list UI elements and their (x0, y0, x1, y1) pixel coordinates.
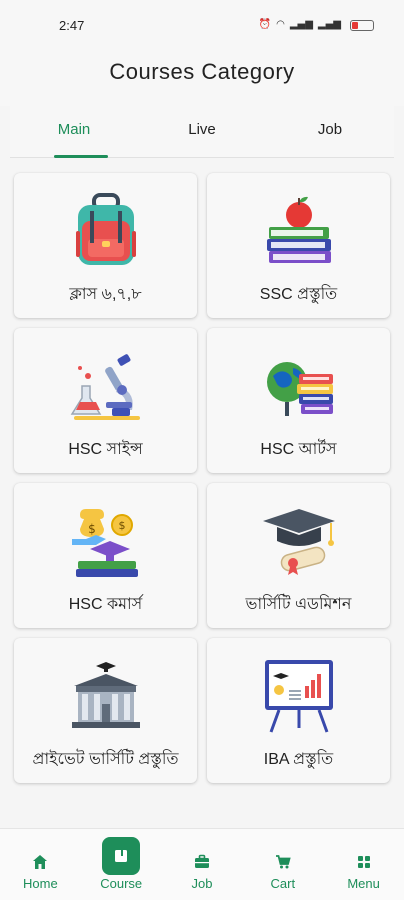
tab-main[interactable]: Main (10, 106, 138, 158)
category-card[interactable]: প্রাইভেট ভার্সিটি প্রস্তুতি (14, 638, 197, 783)
svg-text:$: $ (118, 519, 125, 532)
bottom-nav: Home Course Job Cart Menu (0, 828, 404, 900)
category-label: HSC কমার্স (68, 596, 143, 613)
status-bar: 2:47 ⏰ ◠ ▂▄▆ ▂▄▆ (0, 0, 404, 46)
tab-live[interactable]: Live (138, 106, 266, 157)
tab-job[interactable]: Job (266, 106, 394, 157)
nav-label: Home (23, 876, 58, 891)
money-books-icon: $ $ (71, 509, 138, 577)
category-card[interactable]: HSC সাইন্স (14, 328, 197, 473)
category-card[interactable]: SSC প্রস্তুতি (207, 173, 390, 318)
books-apple-icon (266, 196, 331, 263)
page-title: Courses Category (109, 59, 295, 84)
nav-menu[interactable]: Menu (323, 829, 404, 900)
category-label: ভার্সিটি এডমিশন (245, 596, 352, 613)
category-label: HSC সাইন্স (68, 441, 143, 458)
header: Courses Category (0, 46, 404, 106)
book-icon (102, 837, 141, 875)
wifi-icon: ◠ (276, 19, 285, 30)
status-icons: ⏰ ◠ ▂▄▆ ▂▄▆ (259, 19, 374, 31)
university-building-icon (71, 662, 140, 728)
category-label: HSC আর্টস (260, 441, 337, 458)
signal-icon: ▂▄▆ (289, 19, 313, 30)
alarm-icon: ⏰ (258, 19, 272, 30)
nav-label: Cart (270, 876, 296, 891)
category-card[interactable]: $ $ HSC কমার্স (14, 483, 197, 628)
backpack-icon (75, 193, 136, 265)
nav-cart[interactable]: Cart (242, 829, 323, 900)
category-label: ক্লাস ৬,৭,৮ (69, 286, 142, 303)
nav-course[interactable]: Course (81, 829, 162, 900)
category-card[interactable]: ভার্সিটি এডমিশন (207, 483, 390, 628)
category-grid: ক্লাস ৬,৭,৮ SSC প্রস্তুতি HSC সাইন্স HSC… (14, 173, 390, 783)
graduation-cap-icon (262, 509, 335, 575)
nav-home[interactable]: Home (0, 829, 81, 900)
category-label: IBA প্রস্তুতি (263, 751, 334, 768)
presentation-board-icon (264, 660, 333, 733)
tab-bar: Main Live Job (10, 106, 394, 158)
signal-icon: ▂▄▆ (317, 19, 341, 30)
microscope-icon (70, 354, 140, 420)
category-label: SSC প্রস্তুতি (259, 286, 338, 303)
globe-books-icon (266, 362, 333, 416)
nav-label: Course (100, 876, 143, 891)
category-card[interactable]: IBA প্রস্তুতি (207, 638, 390, 783)
category-card[interactable]: HSC আর্টস (207, 328, 390, 473)
nav-label: Menu (347, 876, 380, 891)
nav-label: Job (191, 876, 213, 891)
status-time: 2:47 (59, 18, 85, 33)
svg-text:$: $ (88, 522, 96, 536)
battery-icon (350, 19, 374, 31)
category-card[interactable]: ক্লাস ৬,৭,৮ (14, 173, 197, 318)
category-label: প্রাইভেট ভার্সিটি প্রস্তুতি (32, 751, 179, 768)
nav-job[interactable]: Job (162, 829, 243, 900)
